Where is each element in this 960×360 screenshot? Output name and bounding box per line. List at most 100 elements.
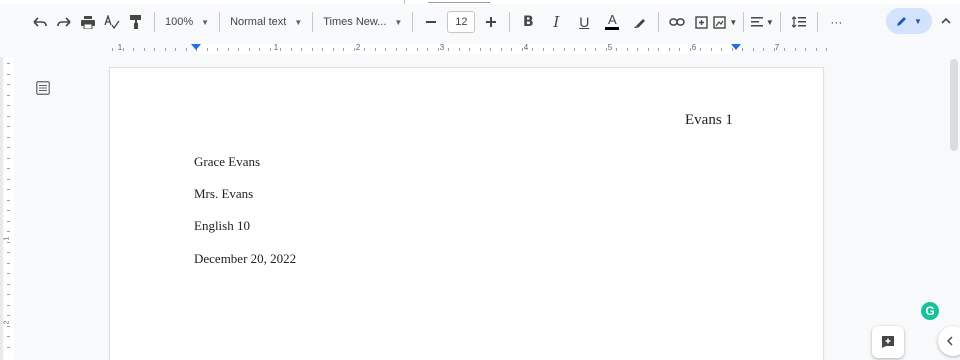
chevron-up-icon[interactable] xyxy=(936,8,956,34)
ruler-tick xyxy=(689,48,691,51)
caret-down-icon: ▼ xyxy=(294,17,303,27)
ruler-tick xyxy=(511,48,512,51)
ruler-tick xyxy=(280,48,281,51)
ruler-tick xyxy=(574,48,575,51)
highlighter-icon[interactable] xyxy=(628,8,652,36)
add-comment-icon[interactable] xyxy=(689,8,713,36)
ruler-tick xyxy=(7,178,10,180)
grammarly-label: G xyxy=(925,304,935,318)
paint-format-icon[interactable] xyxy=(124,8,148,36)
style-select[interactable]: Normal text ▼ xyxy=(226,8,306,36)
ruler-tick xyxy=(185,48,187,51)
document-page[interactable]: Evans 1 Grace Evans Mrs. Evans English 1… xyxy=(110,68,823,360)
ruler-tick xyxy=(7,63,10,64)
ruler-number: 2 xyxy=(3,320,11,325)
ruler-tick xyxy=(175,48,176,51)
scrollbar-thumb[interactable] xyxy=(950,59,958,151)
ruler-tick xyxy=(605,48,607,51)
ruler-number: 1 xyxy=(3,236,11,241)
divider xyxy=(312,12,314,32)
grammarly-icon[interactable]: G xyxy=(921,302,939,320)
ruler-tick xyxy=(626,48,628,51)
ruler-tick xyxy=(742,48,743,51)
link-icon[interactable] xyxy=(665,8,689,36)
ruler-tick xyxy=(637,48,638,51)
ruler-tick xyxy=(7,346,10,348)
ruler-tick xyxy=(164,48,166,51)
add-comment-button[interactable] xyxy=(872,326,904,358)
ruler-tick xyxy=(7,231,10,232)
ruler-tick xyxy=(7,84,10,85)
ruler-tick xyxy=(668,48,670,51)
ruler-tick xyxy=(647,48,649,51)
undo-icon[interactable] xyxy=(28,8,52,36)
ruler-tick xyxy=(563,48,565,51)
document-line-class[interactable]: English 10 xyxy=(194,218,250,234)
horizontal-ruler[interactable]: 1 1 2 3 4 5 6 7 xyxy=(0,41,960,57)
ruler-tick xyxy=(7,325,10,327)
italic-button[interactable]: I xyxy=(544,8,568,36)
vertical-ruler[interactable]: 1 2 xyxy=(3,57,14,360)
print-icon[interactable] xyxy=(76,8,100,36)
font-select[interactable]: Times New... ▼ xyxy=(319,8,406,36)
ruler-tick xyxy=(7,94,10,96)
document-line-date[interactable]: December 20, 2022 xyxy=(194,251,296,267)
chevron-left-icon[interactable] xyxy=(938,326,960,356)
ruler-number: 6 xyxy=(691,43,697,52)
document-line-teacher[interactable]: Mrs. Evans xyxy=(194,186,253,202)
ruler-tick xyxy=(154,48,155,51)
ruler-tick xyxy=(437,48,439,51)
ruler-tick xyxy=(7,199,10,201)
redo-icon[interactable] xyxy=(52,8,76,36)
ruler-number: 1 xyxy=(117,43,123,52)
more-options-button[interactable]: ··· xyxy=(824,8,848,36)
document-line-name[interactable]: Grace Evans xyxy=(194,154,260,170)
ruler-number: 4 xyxy=(523,43,529,52)
left-indent-marker[interactable] xyxy=(191,44,201,50)
ruler-tick xyxy=(7,241,10,243)
insert-image-icon[interactable]: ▼ xyxy=(713,8,737,36)
divider xyxy=(817,12,819,32)
style-value: Normal text xyxy=(230,16,287,28)
ruler-number: 5 xyxy=(607,43,613,52)
spellcheck-icon[interactable] xyxy=(100,8,124,36)
editing-mode-button[interactable]: ▼ xyxy=(886,8,932,34)
ruler-tick xyxy=(784,48,785,51)
ruler-tick xyxy=(7,210,10,211)
right-indent-marker[interactable] xyxy=(731,44,741,50)
ruler-tick xyxy=(700,48,701,51)
line-spacing-icon[interactable] xyxy=(787,8,811,36)
ruler-tick xyxy=(7,168,10,169)
ruler-tick xyxy=(416,48,418,51)
zoom-value: 100% xyxy=(165,16,194,28)
left-edge xyxy=(0,57,3,360)
ruler-tick xyxy=(7,189,10,190)
ruler-tick xyxy=(122,48,124,51)
text-color-button[interactable]: A xyxy=(600,8,624,36)
ruler-tick xyxy=(112,48,113,51)
ruler-tick xyxy=(7,294,10,295)
font-size-input[interactable]: 12 xyxy=(447,11,476,33)
ruler-tick xyxy=(248,48,250,51)
ruler-tick xyxy=(385,48,386,51)
caret-down-icon: ▼ xyxy=(765,17,774,27)
underline-button[interactable]: U xyxy=(572,8,596,36)
caret-down-icon: ▼ xyxy=(201,17,210,27)
caret-down-icon: ▼ xyxy=(914,16,922,26)
zoom-select[interactable]: 100% ▼ xyxy=(161,8,213,36)
ruler-tick xyxy=(290,48,292,51)
decrease-font-size-button[interactable] xyxy=(419,8,443,36)
ruler-tick xyxy=(238,48,239,51)
outline-icon[interactable] xyxy=(36,81,50,95)
ruler-tick xyxy=(7,336,10,337)
increase-font-size-button[interactable] xyxy=(479,8,503,36)
align-icon[interactable]: ▼ xyxy=(750,8,774,36)
page-header[interactable]: Evans 1 xyxy=(685,112,733,129)
ruler-tick xyxy=(227,48,229,51)
bold-button[interactable]: B xyxy=(516,8,540,36)
ruler-tick xyxy=(7,136,10,138)
ruler-tick xyxy=(7,283,10,285)
ruler-tick xyxy=(143,48,145,51)
ruler-tick xyxy=(805,48,806,51)
ruler-tick xyxy=(542,48,544,51)
